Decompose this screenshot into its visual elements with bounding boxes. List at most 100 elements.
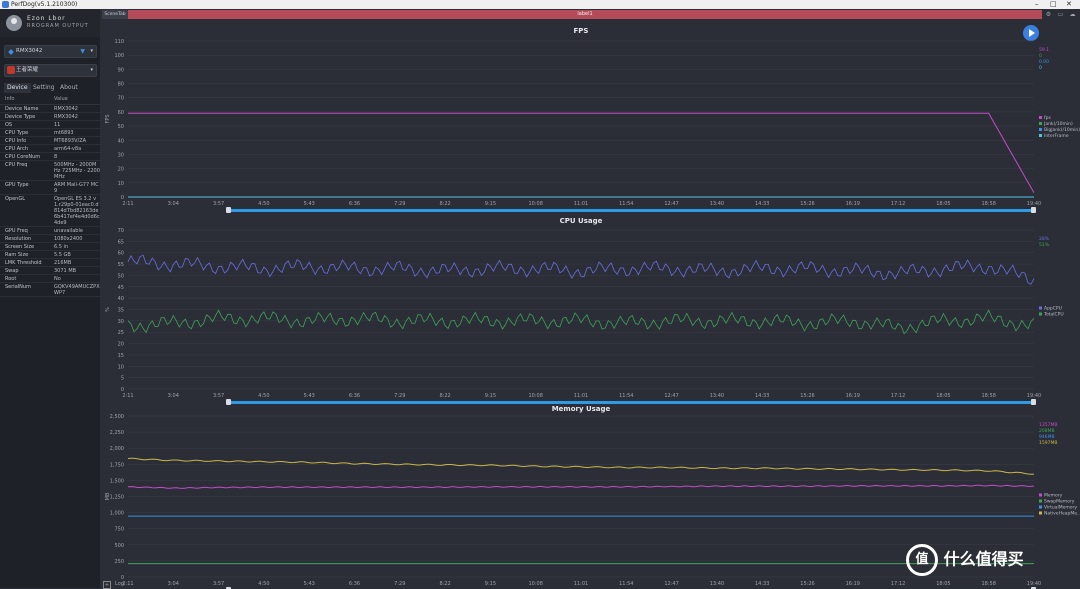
info-value: mt6893 — [54, 130, 74, 136]
info-key: CPU Arch — [5, 146, 29, 152]
info-header-key: Info — [5, 96, 15, 102]
current-value: 28% — [1039, 236, 1050, 242]
legend-label: BigJank(/10min) — [1044, 127, 1080, 133]
info-key: GPU Freq — [5, 228, 28, 234]
tab-device[interactable]: Device — [4, 83, 31, 93]
user-name: Ezon Lbor — [27, 15, 66, 22]
series-line — [127, 309, 1035, 335]
chevron-down-icon: ▾ — [90, 48, 93, 54]
y-tick-label: 500 — [114, 543, 124, 549]
minimize-button[interactable]: – — [1035, 0, 1039, 9]
y-tick-label: 10 — [118, 364, 124, 370]
settings-icon[interactable]: ⚙ — [1045, 11, 1052, 18]
info-table-header: Info Value — [0, 94, 100, 105]
cloud-icon[interactable]: ☁ — [1069, 11, 1076, 18]
folder-icon[interactable]: ▭ — [1057, 11, 1064, 18]
info-row: LMK Threshold 216MB — [0, 259, 100, 267]
info-value: RMX3042 — [54, 106, 78, 112]
legend-label: AppCPU — [1044, 306, 1062, 312]
scroll-handle-left — [226, 207, 231, 213]
info-key: LMK Threshold — [5, 260, 42, 266]
legend-marker — [1039, 122, 1042, 125]
y-tick-label: 30 — [118, 319, 124, 325]
info-row: OS 11 — [0, 121, 100, 129]
window-title: PerfDog(v5.1.210300) — [11, 1, 78, 8]
x-tick-label: 5:43 — [304, 201, 315, 207]
y-tick-label: 10 — [118, 181, 124, 187]
y-tick-label: 2,500 — [110, 414, 124, 420]
device-select[interactable]: RMX3042 ▼ ▾ — [4, 45, 97, 58]
tab-about[interactable]: About — [57, 83, 81, 93]
x-tick-label: 9:15 — [485, 201, 496, 207]
info-value: 6.5 in — [54, 244, 69, 250]
info-row: Resolution 1080x2400 — [0, 235, 100, 243]
y-tick-label: 30 — [118, 152, 124, 158]
info-value: RMX3042 — [54, 114, 78, 120]
app-select[interactable]: 王者荣耀 ▾ — [4, 64, 97, 77]
info-row: GPU Freq unavailable — [0, 227, 100, 235]
x-tick-label: 11:01 — [574, 201, 588, 207]
info-row: CPU CoreNum 8 — [0, 153, 100, 161]
scene-tab[interactable]: SceneTab — [102, 10, 128, 19]
info-key: Device Type — [5, 114, 36, 120]
y-tick-label: 100 — [114, 53, 124, 59]
info-value: 8 — [54, 154, 58, 160]
x-tick-label: 18:05 — [936, 393, 950, 399]
x-tick-label: 4:50 — [258, 393, 269, 399]
tab-setting[interactable]: Setting — [30, 83, 57, 93]
log-toggle[interactable]: Log — [115, 581, 124, 587]
legend-marker — [1039, 312, 1042, 316]
chevron-down-icon: ▾ — [90, 67, 93, 73]
scene-label-bar[interactable]: label1 — [128, 10, 1042, 19]
info-row: CPU Freq 500MHz - 2000MHz 725MHz - 2200MH… — [0, 161, 100, 181]
legend-label: TotalCPU — [1043, 312, 1064, 318]
legend-marker — [1039, 306, 1042, 310]
user-subtitle: RROGRAM OUTPUT — [27, 23, 89, 29]
info-key: CPU Type — [5, 130, 29, 136]
close-button[interactable]: ✕ — [1066, 0, 1072, 9]
device-select-value: RMX3042 — [16, 48, 43, 54]
x-tick-label: 8:22 — [439, 393, 450, 399]
info-key: CPU Info — [5, 138, 27, 144]
info-row: OpenGL OpenGL ES 3.2 v1.r29p0-01eac0.d814… — [0, 195, 100, 227]
info-key: OS — [5, 122, 13, 128]
x-tick-label: 12:47 — [664, 393, 678, 399]
x-tick-label: 19:40 — [1027, 393, 1041, 399]
info-row: CPU Info MT6893V/ZA — [0, 137, 100, 145]
current-value: 0 — [1039, 65, 1042, 71]
y-tick-label: 750 — [114, 527, 124, 533]
info-key: OpenGL — [5, 196, 26, 202]
info-key: Swap — [5, 268, 19, 274]
y-tick-label: 110 — [114, 39, 124, 45]
time-scrollbar — [228, 401, 1034, 404]
filter-icon[interactable]: ▼ — [80, 46, 85, 57]
info-row: CPU Arch arm64-v8a — [0, 145, 100, 153]
watermark-symbol: 值 — [906, 544, 938, 576]
game-app-icon — [7, 66, 15, 74]
x-tick-label: 6:36 — [349, 393, 360, 399]
info-row: Swap 3071 MB — [0, 267, 100, 275]
info-value: GQKV49AMUCZPXWP7 — [54, 284, 100, 296]
x-tick-label: 14:33 — [755, 201, 769, 207]
avatar[interactable] — [6, 15, 22, 31]
legend-marker — [1039, 499, 1042, 503]
watermark-logo: 值 什么值得买 — [906, 544, 1024, 576]
y-tick-label: 5 — [121, 376, 124, 382]
scroll-handle-right — [1031, 399, 1036, 405]
y-tick-label: 55 — [118, 262, 124, 268]
scene-bar: SceneTab label1 ⚙ ▭ ☁ — [101, 10, 1080, 19]
y-tick-label: 90 — [118, 67, 124, 73]
maximize-button[interactable]: □ — [1050, 0, 1057, 9]
x-tick-label: 4:50 — [258, 201, 269, 207]
y-tick-label: 250 — [114, 559, 124, 565]
series-line — [128, 112, 1035, 193]
info-value: No — [54, 276, 61, 282]
sidebar: Ezon Lbor RROGRAM OUTPUT RMX3042 ▼ ▾ 王者荣… — [0, 9, 100, 588]
current-value: 208MB — [1039, 428, 1055, 434]
window-titlebar: PerfDog(v5.1.210300) – □ ✕ — [0, 0, 1080, 9]
info-value: arm64-v8a — [54, 146, 82, 152]
x-tick-label: 2:11 — [122, 393, 133, 399]
y-tick-label: 15 — [118, 353, 124, 359]
info-value: unavailable — [54, 228, 83, 234]
current-value: 59.1 — [1039, 47, 1049, 53]
